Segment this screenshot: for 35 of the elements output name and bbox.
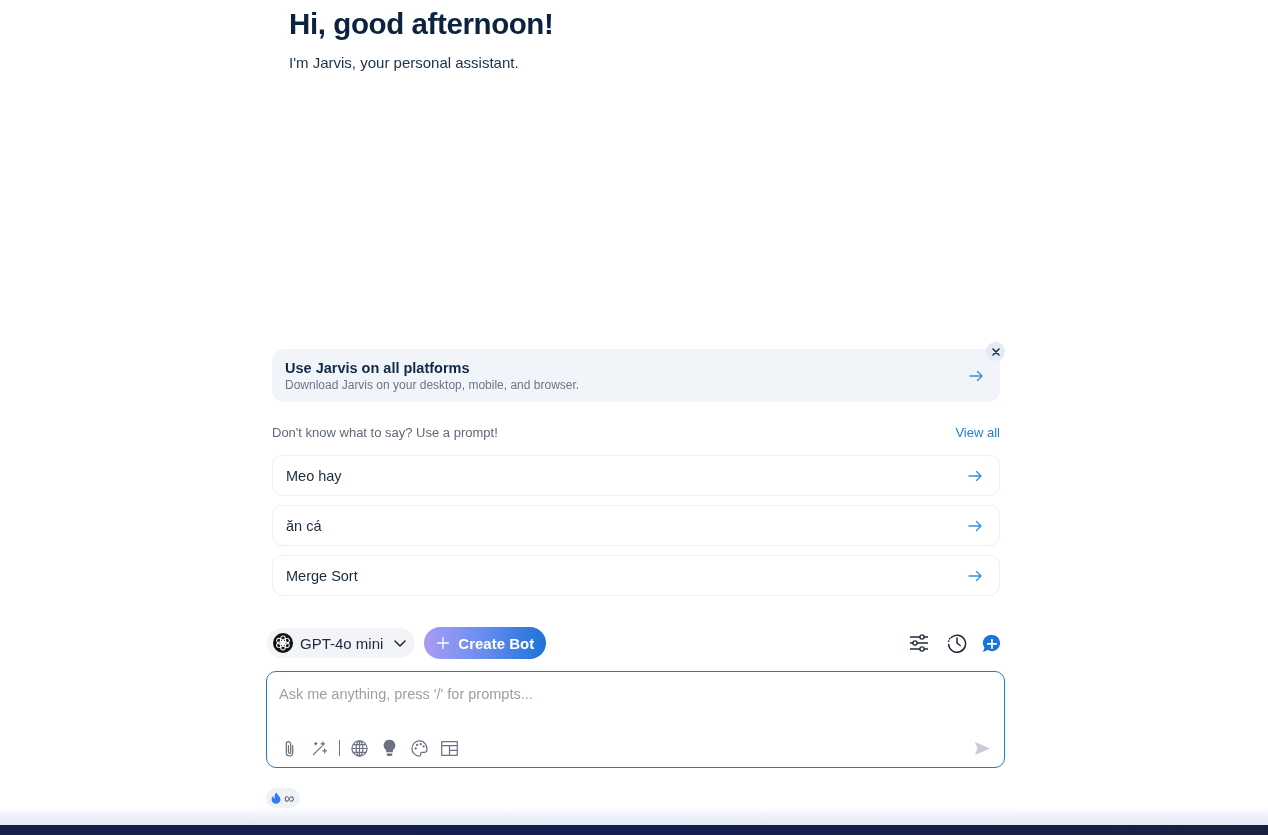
send-icon xyxy=(973,740,991,756)
prompt-item[interactable]: Merge Sort xyxy=(272,555,1000,596)
banner-title: Use Jarvis on all platforms xyxy=(285,359,470,377)
model-logo-icon xyxy=(273,633,293,653)
close-button[interactable] xyxy=(986,342,1005,361)
sliders-icon xyxy=(909,634,929,652)
paperclip-icon xyxy=(283,739,295,757)
layout-icon xyxy=(440,740,458,756)
bubble-plus-icon xyxy=(981,633,1001,653)
view-all-link[interactable]: View all xyxy=(955,424,1000,442)
greeting-subtitle: I'm Jarvis, your personal assistant. xyxy=(289,54,519,72)
arrow-right-icon xyxy=(969,370,983,382)
arrow-right-icon xyxy=(968,519,982,532)
prompt-item[interactable]: ăn cá xyxy=(272,505,1000,546)
greeting-title: Hi, good afternoon! xyxy=(289,6,554,42)
clock-icon xyxy=(947,633,967,653)
flame-icon xyxy=(271,792,281,804)
arrow-right-icon xyxy=(968,569,982,582)
token-count: ∞ xyxy=(284,789,294,808)
arrow-right-icon xyxy=(968,469,982,482)
download-banner[interactable]: Use Jarvis on all platforms Download Jarvis on your desktop, mobile, and browser. xyxy=(272,349,1000,402)
close-icon xyxy=(991,347,1000,356)
create-bot-button[interactable]: Create Bot xyxy=(424,627,547,659)
plus-icon xyxy=(437,637,450,649)
prompt-hint: Don't know what to say? Use a prompt! xyxy=(272,424,498,442)
model-selector[interactable]: GPT-4o mini xyxy=(267,628,416,658)
globe-icon xyxy=(350,739,368,757)
palette-icon xyxy=(410,739,428,757)
bulb-icon xyxy=(382,739,396,757)
banner-description: Download Jarvis on your desktop, mobile, and browser. xyxy=(285,377,580,393)
chevron-down-icon xyxy=(394,639,407,647)
message-input[interactable]: Ask me anything, press '/' for prompts... xyxy=(277,672,994,736)
magic-wand-icon xyxy=(311,740,327,756)
composer-field[interactable]: Ask me anything, press '/' for prompts... xyxy=(266,671,1005,768)
prompt-item[interactable]: Meo hay xyxy=(272,455,1000,496)
